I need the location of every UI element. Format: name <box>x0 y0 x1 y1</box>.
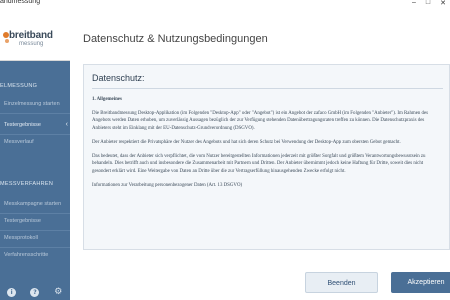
window-controls: – □ ✕ <box>412 0 446 7</box>
sidebar-item-label: Messverlauf <box>4 139 34 145</box>
sidebar-item-label: Einzelmessung starten <box>4 101 60 107</box>
gear-icon[interactable]: ⚙ <box>54 287 63 297</box>
divider <box>92 88 443 89</box>
sidebar-item-label: Verfahrensschritte <box>4 252 49 258</box>
logo-text: breitband <box>9 30 53 41</box>
section-title-einzelmessung: ELMESSUNG <box>0 83 38 89</box>
chevron-left-icon: ‹ <box>65 121 68 128</box>
sidebar-item-testergebnisse-2[interactable]: Testergebnisse <box>0 213 70 229</box>
maximize-button[interactable]: □ <box>426 0 430 7</box>
sidebar-item-label: Messprotokoll <box>4 235 38 241</box>
panel-heading: Datenschutz: <box>92 73 145 83</box>
end-button[interactable]: Beenden <box>305 272 378 293</box>
help-icon[interactable]: ? <box>30 287 40 297</box>
sidebar-item-label: Testergebnisse <box>4 218 41 224</box>
paragraph: Das bedeutet, dass der Anbieter sich ver… <box>92 153 426 174</box>
sidebar-footer: i ? ⚙ <box>0 284 70 300</box>
paragraph: Die Breitbandmessung Desktop-Applikation… <box>92 110 429 132</box>
paragraph: Der Anbieter respektiert die Privatsphär… <box>92 139 401 145</box>
sidebar-item-verfahrensschritte[interactable]: Verfahrensschritte <box>0 247 70 263</box>
minimize-button[interactable]: – <box>412 0 416 7</box>
privacy-text-panel[interactable]: Datenschutz: 1. Allgemeines Die Breitban… <box>83 64 450 250</box>
accept-button[interactable]: Akzeptieren <box>391 272 450 293</box>
close-button[interactable]: ✕ <box>440 0 446 7</box>
sidebar-item-messverlauf[interactable]: Messverlauf <box>0 134 70 150</box>
sidebar-item-messprotokoll[interactable]: Messprotokoll <box>0 230 70 246</box>
window-title: andmessung <box>0 0 41 5</box>
logo: breitband messung <box>0 8 70 61</box>
paragraph: Informationen zur Verarbeitung personenb… <box>92 182 243 188</box>
divider <box>0 113 70 114</box>
privacy-document: 1. Allgemeines Die Breitbandmessung Desk… <box>92 96 437 195</box>
sidebar-item-label: Messkampagne starten <box>4 201 62 207</box>
title-bar: andmessung – □ ✕ <box>0 0 450 8</box>
page-title: Datenschutz & Nutzungsbedingungen <box>83 33 268 45</box>
logo-subtext: messung <box>19 41 44 47</box>
sidebar-item-einzelmessung-starten[interactable]: Einzelmessung starten <box>0 96 70 112</box>
sidebar: breitband messung ELMESSUNG Einzelmessun… <box>0 8 70 300</box>
sidebar-item-messkampagne-starten[interactable]: Messkampagne starten <box>0 196 70 212</box>
sidebar-item-testergebnisse[interactable]: Testergebnisse ‹ <box>0 117 70 133</box>
section-title-messverfahren: MESSVERFAHREN <box>0 181 54 187</box>
info-icon[interactable]: i <box>7 287 17 297</box>
section-heading: 1. Allgemeines <box>92 97 122 102</box>
sidebar-item-label: Testergebnisse <box>4 122 41 128</box>
